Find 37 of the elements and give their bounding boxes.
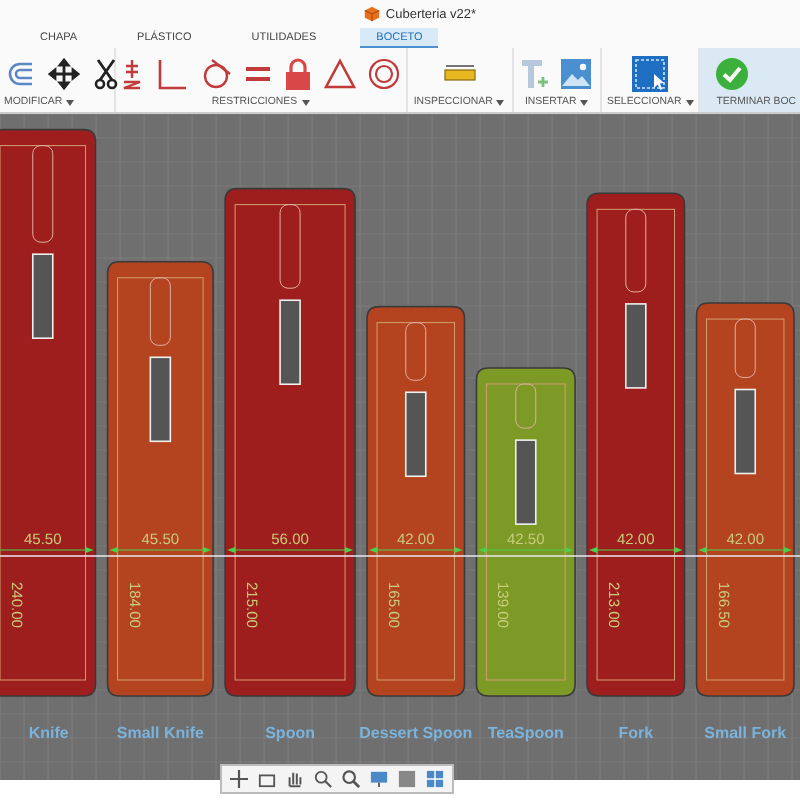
caret-icon (685, 99, 694, 105)
image-icon[interactable] (560, 57, 593, 89)
ruler-icon[interactable] (443, 63, 476, 83)
offset-icon[interactable] (4, 57, 36, 89)
triangle-icon[interactable] (324, 57, 357, 89)
utensil-label: Dessert Spoon (359, 724, 473, 742)
utensil-label: Small Fork (704, 724, 787, 742)
cube-icon (363, 6, 380, 22)
dimension-line (0, 547, 94, 553)
utensil-label: Spoon (265, 724, 315, 742)
caret-icon (66, 99, 75, 105)
check-icon[interactable] (716, 57, 749, 89)
utensil-label: Knife (28, 724, 69, 742)
scissors-icon[interactable] (92, 57, 120, 89)
utensil-label: Fork (618, 724, 654, 742)
dimension-line (698, 547, 792, 553)
tangent-icon[interactable] (200, 57, 233, 89)
caret-icon (301, 99, 310, 105)
zoom-icon[interactable] (314, 770, 332, 788)
concentric-icon[interactable] (368, 57, 401, 89)
dimension-line (109, 547, 212, 553)
grid-icon[interactable] (426, 770, 444, 788)
move-icon[interactable] (48, 57, 80, 89)
perpendicular-icon[interactable] (156, 57, 189, 89)
dimension-line (589, 547, 683, 553)
utensil-label: TeaSpoon (487, 724, 564, 742)
lock-icon[interactable] (284, 57, 313, 89)
select-icon[interactable] (632, 55, 669, 91)
dimension-line (369, 547, 463, 553)
caret-icon (496, 99, 505, 105)
display-icon[interactable] (370, 770, 388, 788)
dimension-line (478, 547, 574, 553)
utensil-label: Small Knife (116, 724, 204, 742)
caret-icon (580, 99, 589, 105)
hand-icon[interactable] (286, 770, 304, 788)
zoom-icon[interactable] (342, 770, 360, 788)
dimension-line (227, 547, 354, 553)
